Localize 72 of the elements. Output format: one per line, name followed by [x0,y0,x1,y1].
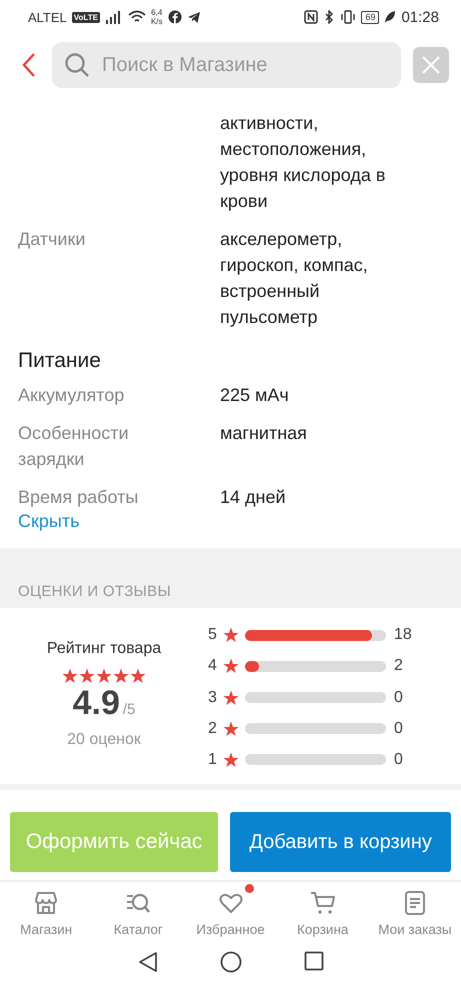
tab-label: Магазин [20,922,72,937]
star-icon [223,752,239,768]
star-icon [62,668,78,684]
triangle-icon [138,951,158,973]
rating-score: 4.9 [72,684,120,723]
leaf-icon [384,10,396,24]
speed-unit: K/s [150,17,162,26]
close-icon [421,55,441,75]
review-count: 0 [394,688,403,706]
review-count: 0 [394,720,403,738]
battery-indicator: 69 [361,10,380,24]
star-grade: 3 [208,688,218,706]
star-grade: 5 [208,626,218,644]
signal-icon [104,10,123,24]
search-field[interactable]: Поиск в Магазине [52,42,401,88]
star-icon [79,668,95,684]
circle-icon [220,951,242,973]
add-to-cart-button[interactable]: Добавить в корзину [230,812,451,872]
section-heading: Питание [18,348,102,374]
star-icon [223,627,239,644]
facebook-icon [168,10,182,24]
star-grade: 4 [208,657,218,676]
review-count: 2 [394,657,403,676]
tab-label: Избранное [196,922,265,937]
carrier-name: ALTEL [28,10,67,24]
rating-label: Рейтинг товара [46,640,162,658]
home-nav-button[interactable] [220,951,242,973]
review-count: 18 [394,626,412,644]
nfc-icon [304,10,318,24]
telegram-icon [186,10,200,24]
store-icon [33,890,60,916]
section-title: ОЦЕНКИ И ОТЗЫВЫ [18,583,172,600]
star-grade: 1 [208,750,218,769]
back-nav-button[interactable] [138,951,158,973]
spec-label: Аккумулятор [18,384,126,407]
wifi-icon [128,10,146,24]
vibrate-icon [340,10,356,24]
star-icon [96,668,112,684]
volte-badge: VoLTE [72,12,100,22]
speed-value: 6,4 [151,8,162,17]
tab-label: Каталог [114,922,163,937]
rating-scale: /5 [122,701,136,718]
tab-bar-item[interactable]: Избранное [184,882,277,937]
bluetooth-icon [323,10,336,24]
spec-value: магнитная [220,422,308,445]
star-icon [223,658,239,674]
tab-bar-item[interactable]: Каталог [92,882,184,937]
cart-icon [310,890,336,916]
star-icon [223,720,239,737]
spec-label: Датчики [18,228,86,251]
star-grade: 2 [208,720,218,738]
square-icon [304,951,324,971]
tab-label: Корзина [296,922,348,937]
spec-value: акселерометр, гироскоп, компас, встроенный пульсометр [220,228,369,329]
tab-label: Мои заказы [378,922,452,937]
spec-value: активности, местоположения, уровня кислорода в крови [220,112,386,213]
spec-value: 14 дней [220,486,287,509]
clock-time: 01:28 [401,8,439,26]
tab-bar-item[interactable]: Мои заказы [368,882,461,937]
star-icon [130,668,146,684]
review-count: 0 [394,750,403,769]
rating-count: 20 оценок [67,731,141,749]
spec-label: Особенности зарядки [18,422,130,471]
tab-bar-item[interactable]: Корзина [276,882,369,937]
recents-nav-button[interactable] [304,951,324,973]
star-icon [223,690,239,706]
star-icon [113,668,129,684]
search-icon [64,52,90,78]
spec-value: 225 мАч [220,384,290,407]
tab-bar-item[interactable]: Магазин [0,882,92,937]
hide-link[interactable]: Скрыть [18,508,80,534]
spec-label: Время работы [18,486,140,509]
